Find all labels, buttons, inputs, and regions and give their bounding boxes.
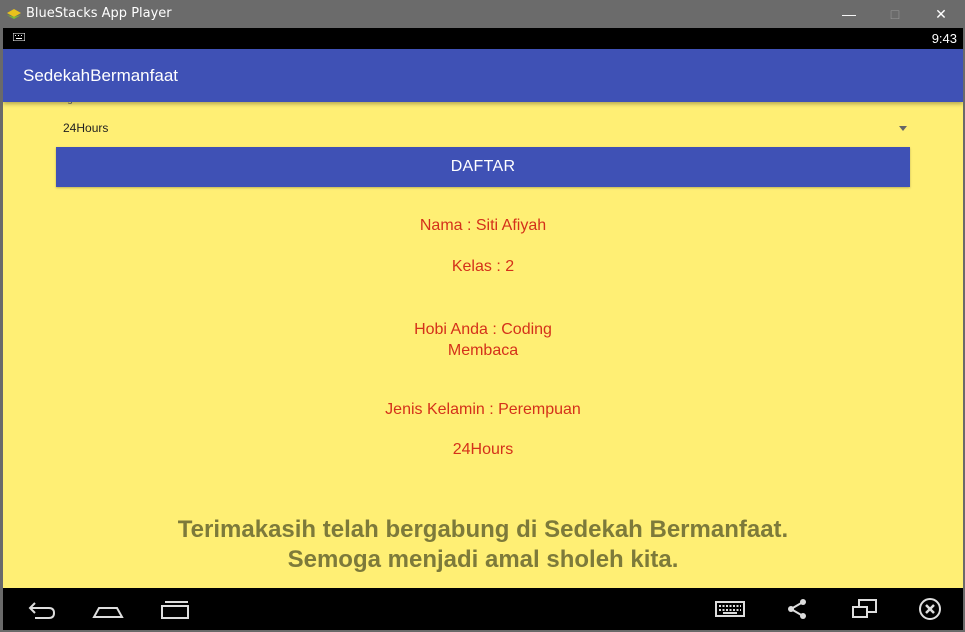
bluestacks-window: BlueStacks App Player — □ ✕ 9:43 Sedekah…	[0, 0, 965, 632]
maximize-button[interactable]: □	[872, 0, 918, 28]
home-icon[interactable]	[91, 596, 125, 622]
window-title: BlueStacks App Player	[26, 6, 172, 21]
spinner-value: 24Hours	[63, 121, 109, 135]
keyboard-status-icon	[13, 33, 25, 41]
thanks-line2: Semoga menjadi amal sholeh kita.	[287, 546, 679, 573]
android-screen: 9:43 SedekahBermanfaat Angkatan 24Hours …	[3, 28, 963, 630]
result-kelas: Kelas : 2	[451, 258, 515, 275]
close-window-button[interactable]: ✕	[918, 0, 964, 28]
daftar-button[interactable]: DAFTAR	[56, 147, 910, 187]
minimize-button[interactable]: —	[826, 0, 872, 28]
thanks-line1: Terimakasih telah bergabung di Sedekah B…	[177, 516, 789, 543]
result-angkatan: 24Hours	[452, 441, 514, 458]
back-icon[interactable]	[25, 596, 59, 622]
status-bar: 9:43	[3, 28, 963, 49]
angkatan-spinner[interactable]: 24Hours	[55, 112, 911, 140]
window-icon[interactable]	[848, 596, 882, 622]
close-circle-icon[interactable]	[913, 596, 947, 622]
result-hobi-line2: Membaca	[447, 342, 519, 359]
main-content: Angkatan 24Hours DAFTAR Nama : Siti Afiy…	[3, 94, 963, 588]
status-time: 9:43	[931, 31, 957, 46]
result-hobi: Hobi Anda : Coding	[414, 321, 552, 338]
app-toolbar: SedekahBermanfaat	[3, 49, 963, 102]
dropdown-arrow-icon	[899, 126, 907, 131]
recent-apps-icon[interactable]	[158, 596, 192, 622]
bluestacks-logo-icon	[7, 9, 21, 19]
navigation-bar	[3, 588, 963, 630]
share-icon[interactable]	[781, 596, 815, 622]
result-nama: Nama : Siti Afiyah	[419, 217, 547, 234]
app-title: SedekahBermanfaat	[23, 66, 178, 85]
keyboard-icon[interactable]	[713, 596, 747, 622]
window-titlebar[interactable]: BlueStacks App Player — □ ✕	[0, 0, 965, 28]
result-jenis-kelamin: Jenis Kelamin : Perempuan	[385, 401, 581, 418]
